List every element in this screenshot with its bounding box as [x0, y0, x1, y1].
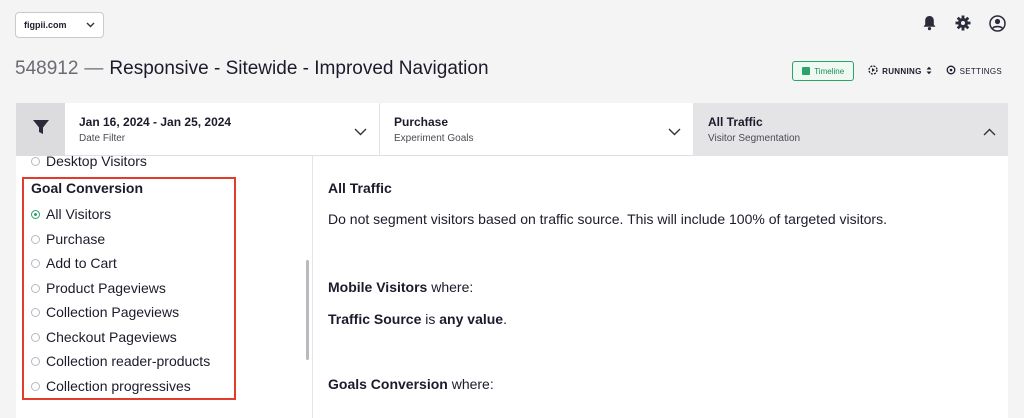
segment-option[interactable]: Desktop Visitors — [31, 156, 147, 169]
top-icons — [920, 14, 1006, 32]
date-filter-label: Date Filter — [79, 133, 126, 144]
segment-option[interactable]: Collection reader-products — [31, 353, 210, 369]
traffic-source-is: is — [421, 311, 440, 327]
segment-option-label: Checkout Pageviews — [46, 329, 177, 345]
filter-icon — [32, 118, 50, 141]
experiment-name: Responsive - Sitewide - Improved Navigat… — [109, 58, 489, 79]
traffic-filter-value: All Traffic — [708, 115, 763, 129]
mobile-visitors-rule: Mobile Visitors where: — [328, 279, 473, 295]
segment-option-label: All Visitors — [46, 206, 112, 222]
radio-icon — [31, 234, 40, 244]
radio-selected-icon — [31, 209, 40, 219]
goals-conversion-rule: Goals Conversion where: — [328, 376, 494, 392]
traffic-filter[interactable]: All Traffic Visitor Segmentation — [694, 103, 1008, 156]
title-separator: — — [84, 58, 104, 79]
page-title: 548912 — Responsive - Sitewide - Improve… — [15, 58, 489, 80]
goals-filter-label: Experiment Goals — [394, 133, 474, 144]
goals-filter[interactable]: Purchase Experiment Goals — [380, 103, 694, 156]
sort-icon — [926, 66, 932, 77]
date-filter[interactable]: Jan 16, 2024 - Jan 25, 2024 Date Filter — [65, 103, 380, 156]
segmentation-panel: Desktop Visitors Goal Conversion All Vis… — [16, 156, 1008, 418]
experiment-id: 548912 — [15, 58, 79, 79]
timeline-label: Timeline — [814, 66, 845, 76]
segment-option-label: Collection progressives — [46, 378, 191, 394]
segment-option-label: Product Pageviews — [46, 280, 166, 296]
site-select-value: figpii.com — [24, 20, 67, 30]
segment-option[interactable]: Collection progressives — [31, 378, 191, 394]
radio-icon — [31, 156, 40, 166]
mobile-visitors-label: Mobile Visitors — [328, 279, 428, 295]
segment-option-label: Collection reader-products — [46, 353, 211, 369]
segment-option-label: Add to Cart — [46, 255, 117, 271]
segment-option-label: Collection Pageviews — [46, 304, 180, 320]
goals-conversion-label: Goals Conversion — [328, 376, 448, 392]
settings-label: SETTINGS — [959, 66, 1002, 76]
segment-option[interactable]: Collection Pageviews — [31, 304, 179, 320]
bell-icon[interactable] — [920, 14, 938, 32]
traffic-filter-label: Visitor Segmentation — [708, 133, 801, 144]
settings-button[interactable]: SETTINGS — [946, 65, 1002, 77]
title-actions: Timeline RUNNING SETTINGS — [792, 61, 1002, 81]
mobile-visitors-suffix: where: — [427, 279, 474, 295]
date-filter-value: Jan 16, 2024 - Jan 25, 2024 — [79, 115, 232, 129]
chevron-down-icon — [86, 20, 95, 30]
chevron-down-icon — [668, 123, 681, 141]
filter-bar: Jan 16, 2024 - Jan 25, 2024 Date Filter … — [16, 103, 1008, 156]
goals-conversion-suffix: where: — [447, 376, 494, 392]
gear-icon[interactable] — [954, 14, 972, 32]
segment-option[interactable]: Purchase — [31, 231, 105, 247]
detail-title: All Traffic — [328, 180, 392, 196]
segment-option[interactable]: Product Pageviews — [31, 280, 166, 296]
detail-description: Do not segment visitors based on traffic… — [328, 211, 887, 227]
user-icon[interactable] — [988, 14, 1006, 32]
running-icon — [868, 65, 878, 77]
status-label: RUNNING — [882, 66, 922, 76]
traffic-source-value: any value — [439, 311, 504, 327]
segment-option[interactable]: All Visitors — [31, 206, 111, 222]
segment-option[interactable]: Checkout Pageviews — [31, 329, 177, 345]
goal-conversion-header: Goal Conversion — [31, 180, 144, 196]
filter-toggle[interactable] — [16, 103, 65, 156]
traffic-source-label: Traffic Source — [328, 311, 422, 327]
segment-option-label: Purchase — [46, 231, 106, 247]
traffic-source-rule: Traffic Source is any value. — [328, 311, 507, 327]
radio-icon — [31, 332, 40, 342]
segment-option[interactable]: Add to Cart — [31, 255, 117, 271]
timeline-button[interactable]: Timeline — [792, 61, 855, 81]
status-dropdown[interactable]: RUNNING — [868, 65, 932, 77]
segment-option-label: Desktop Visitors — [46, 156, 147, 169]
site-select[interactable]: figpii.com — [15, 12, 104, 38]
radio-icon — [31, 283, 40, 293]
radio-icon — [31, 258, 40, 268]
segment-list: Desktop Visitors Goal Conversion All Vis… — [16, 156, 313, 418]
traffic-source-end: . — [503, 311, 507, 327]
goals-filter-value: Purchase — [394, 115, 449, 129]
chevron-up-icon — [983, 123, 996, 141]
radio-icon — [31, 381, 40, 391]
chevron-down-icon — [354, 123, 367, 141]
radio-icon — [31, 307, 40, 317]
gear-icon — [946, 65, 956, 77]
scrollbar[interactable] — [306, 260, 309, 360]
radio-icon — [31, 356, 40, 366]
timeline-icon — [802, 67, 811, 75]
